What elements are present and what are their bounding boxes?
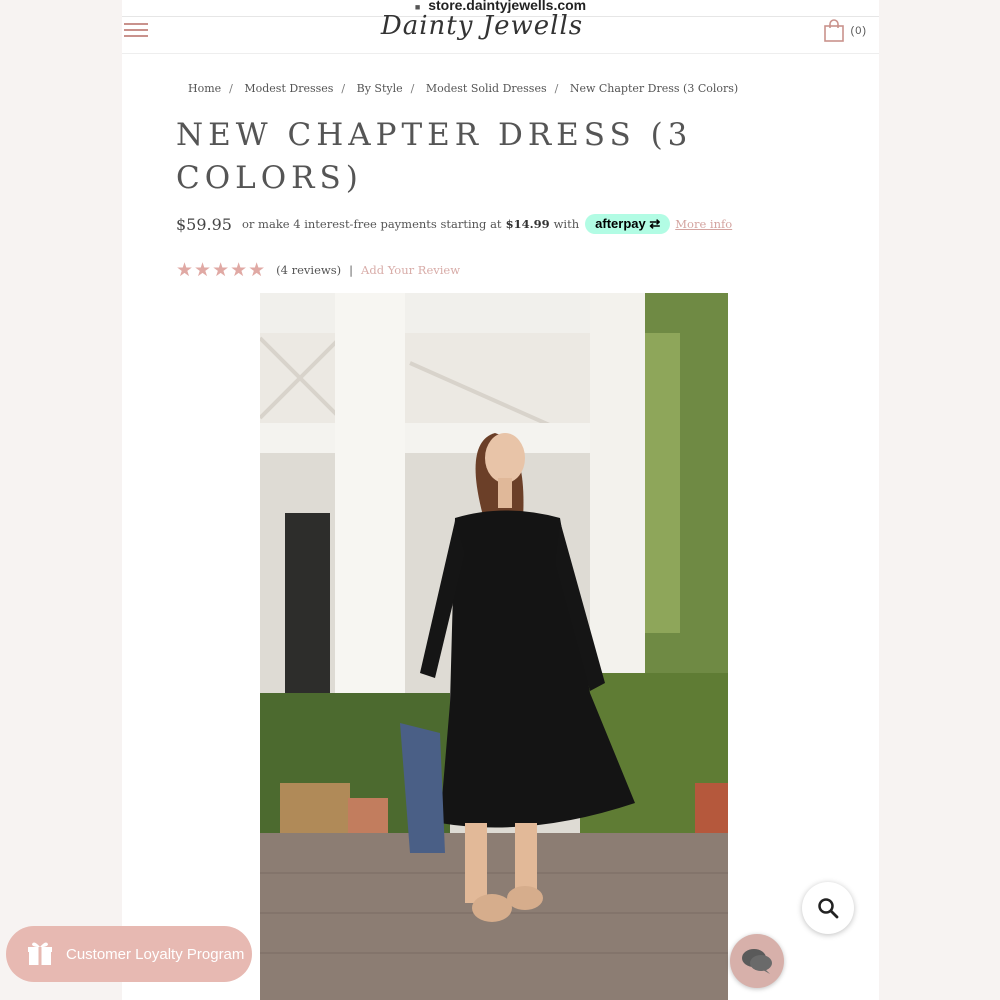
rating-row: ★★★★★ (4 reviews) | Add Your Review <box>176 259 460 281</box>
search-button[interactable] <box>802 882 854 934</box>
breadcrumb: Home / Modest Dresses / By Style / Modest S… <box>188 82 739 95</box>
afterpay-arrow-icon: ⇄ <box>649 216 661 231</box>
customer-loyalty-button[interactable]: Customer Loyalty Program <box>6 926 252 982</box>
hamburger-menu-icon[interactable] <box>124 19 148 41</box>
product-title: NEW CHAPTER DRESS (3 COLORS) <box>176 117 693 196</box>
breadcrumb-modest-dresses[interactable]: Modest Dresses <box>244 82 333 95</box>
add-review-link[interactable]: Add Your Review <box>361 263 460 277</box>
reviews-count-link[interactable]: (4 reviews) <box>276 263 341 277</box>
installment-amount: $14.99 <box>505 217 550 231</box>
loyalty-label: Customer Loyalty Program <box>66 945 245 963</box>
breadcrumb-home[interactable]: Home <box>188 82 221 95</box>
star-rating: ★★★★★ <box>176 259 267 281</box>
price-row: $59.95 or make 4 interest-free payments … <box>176 214 732 234</box>
site-header: Dainty Jewells (0) <box>122 11 879 54</box>
afterpay-badge: afterpay ⇄ <box>585 214 671 234</box>
chat-button[interactable] <box>730 934 784 988</box>
search-icon <box>818 898 839 919</box>
gift-icon <box>28 942 52 965</box>
breadcrumb-by-style[interactable]: By Style <box>357 82 403 95</box>
site-logo[interactable]: Dainty Jewells <box>362 11 602 41</box>
product-photo-illustration <box>260 293 728 1000</box>
shopping-bag-icon <box>823 19 844 42</box>
more-info-link[interactable]: More info <box>675 217 732 231</box>
page: ■ store.daintyjewells.com Dainty Jewells… <box>122 0 879 1000</box>
chat-bubbles-icon <box>742 949 772 974</box>
cart-count: (0) <box>850 25 867 37</box>
product-image[interactable] <box>260 293 728 1000</box>
installment-with: with <box>553 217 580 231</box>
review-separator: | <box>349 263 354 277</box>
installment-text: or make 4 interest-free payments startin… <box>241 217 502 231</box>
breadcrumb-current: New Chapter Dress (3 Colors) <box>569 82 739 95</box>
cart-button[interactable]: (0) <box>823 19 867 43</box>
breadcrumb-modest-solid-dresses[interactable]: Modest Solid Dresses <box>426 82 547 95</box>
afterpay-label: afterpay <box>595 216 646 231</box>
product-price: $59.95 <box>176 214 232 234</box>
